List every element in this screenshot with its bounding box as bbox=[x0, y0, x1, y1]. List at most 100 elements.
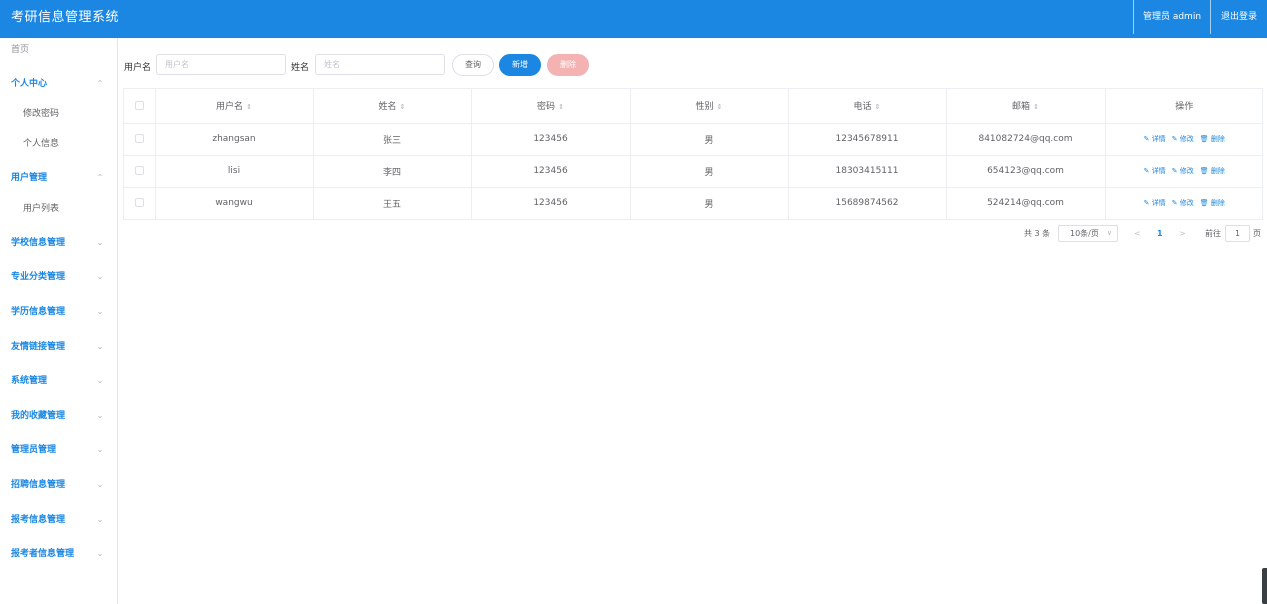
row-actions: ✎ 详情 ✎ 修改 🗑 删除 bbox=[1105, 123, 1263, 156]
username-search-input[interactable] bbox=[156, 54, 286, 75]
prev-page-button[interactable]: < bbox=[1134, 226, 1141, 242]
app-title: 考研信息管理系统 bbox=[11, 10, 120, 25]
page-number-current[interactable]: 1 bbox=[1157, 226, 1163, 242]
column-header[interactable]: 性别 ⇕ bbox=[630, 89, 789, 124]
cell-name: 王五 bbox=[313, 187, 472, 220]
sort-icon[interactable]: ⇕ bbox=[400, 103, 406, 111]
cell-phone: 12345678911 bbox=[788, 123, 947, 156]
column-header[interactable]: 用户名 ⇕ bbox=[155, 89, 314, 124]
sidebar-menu-group[interactable]: 学校信息管理 ⌄ bbox=[0, 233, 117, 253]
column-header[interactable]: 电话 ⇕ bbox=[788, 89, 947, 124]
cell-password: 123456 bbox=[471, 187, 631, 220]
sidebar-menu-group[interactable]: 友情链接管理 ⌄ bbox=[0, 337, 117, 357]
sidebar-menu-group[interactable]: 系统管理 ⌄ bbox=[0, 371, 117, 391]
chevron-down-icon: ⌄ bbox=[96, 307, 104, 316]
goto-label: 前往 bbox=[1205, 229, 1221, 238]
edit-button[interactable]: ✎ 修改 bbox=[1172, 167, 1194, 175]
next-page-button[interactable]: > bbox=[1179, 226, 1186, 242]
user-table: 用户名 ⇕ 姓名 ⇕ 密码 ⇕ 性别 ⇕ 电话 ⇕ 邮箱 ⇕ 操作 zhangsan 张三 12… bbox=[123, 88, 1263, 220]
sidebar-item-label: 报考者信息管理 bbox=[11, 549, 75, 559]
edit-icon: ✎ bbox=[1171, 135, 1180, 143]
cell-gender: 男 bbox=[630, 187, 789, 220]
row-checkbox[interactable] bbox=[134, 166, 144, 175]
chevron-down-icon: ⌄ bbox=[96, 549, 104, 558]
sidebar-menu-group[interactable]: 报考者信息管理 ⌄ bbox=[0, 544, 117, 564]
sidebar-menu-group[interactable]: 我的收藏管理 ⌄ bbox=[0, 406, 117, 426]
sidebar-item-label: 修改密码 bbox=[23, 109, 60, 119]
table-row: wangwu 王五 123456 男 15689874562 524214@qq.com ✎… bbox=[124, 187, 1263, 220]
delete-row-button[interactable]: 🗑 删除 bbox=[1200, 167, 1225, 175]
cell-gender: 男 bbox=[630, 155, 789, 188]
column-header[interactable]: 邮箱 ⇕ bbox=[946, 89, 1106, 124]
sidebar-item-label: 招聘信息管理 bbox=[11, 480, 66, 490]
sort-icon[interactable]: ⇕ bbox=[1033, 103, 1039, 111]
cell-phone: 18303415111 bbox=[788, 155, 947, 188]
sidebar-item[interactable]: 修改密码 bbox=[0, 104, 117, 124]
chevron-up-icon: ⌃ bbox=[96, 173, 104, 182]
chevron-down-icon: ⌄ bbox=[96, 376, 104, 385]
sidebar-item-label: 用户列表 bbox=[23, 204, 60, 214]
sidebar-item-label: 用户管理 bbox=[11, 173, 48, 183]
delete-button[interactable]: 删除 bbox=[547, 54, 589, 76]
query-button[interactable]: 查询 bbox=[452, 54, 494, 76]
sidebar-menu-group[interactable]: 招聘信息管理 ⌄ bbox=[0, 475, 117, 495]
sidebar-item-label: 专业分类管理 bbox=[11, 272, 66, 282]
main-content: 用户名 姓名 查询 新增 删除 用户名⇕ 姓名⇕ 密码⇕ 性别⇕ 电话⇕ 邮箱⇕ bbox=[118, 38, 1267, 604]
column-header[interactable]: 姓名 ⇕ bbox=[313, 89, 472, 124]
chevron-down-icon: ⌄ bbox=[96, 238, 104, 247]
sidebar-menu-group[interactable]: 报考信息管理 ⌄ bbox=[0, 510, 117, 530]
cell-email: 841082724@qq.com bbox=[946, 123, 1106, 156]
row-checkbox[interactable] bbox=[134, 198, 144, 207]
cell-password: 123456 bbox=[471, 155, 631, 188]
sort-icon[interactable]: ⇕ bbox=[875, 103, 881, 111]
add-button[interactable]: 新增 bbox=[499, 54, 541, 76]
edit-icon: ✎ bbox=[1171, 167, 1180, 175]
table-row: zhangsan 张三 123456 男 12345678911 841082724@qq… bbox=[124, 123, 1263, 156]
column-header[interactable]: 密码 ⇕ bbox=[471, 89, 631, 124]
name-search-input[interactable] bbox=[315, 54, 445, 75]
chevron-down-icon: ⌄ bbox=[96, 342, 104, 351]
top-header: 考研信息管理系统 管理员 admin 退出登录 bbox=[0, 0, 1267, 38]
sidebar-item-label: 报考信息管理 bbox=[11, 515, 66, 525]
sidebar-menu-group[interactable]: 专业分类管理 ⌄ bbox=[0, 267, 117, 287]
cell-phone: 15689874562 bbox=[788, 187, 947, 220]
sidebar: 首页 个人中心 ⌃ 修改密码 个人信息 用户管理 ⌃ 用户列表 学校信息管理 ⌄ 专业分类管理 ⌄ 学… bbox=[0, 38, 118, 604]
logout-button[interactable]: 退出登录 bbox=[1210, 0, 1267, 34]
table-header-row: 用户名 ⇕ 姓名 ⇕ 密码 ⇕ 性别 ⇕ 电话 ⇕ 邮箱 ⇕ 操作 bbox=[124, 89, 1263, 124]
detail-button[interactable]: ✎ 详情 bbox=[1144, 167, 1166, 175]
sidebar-item-label: 友情链接管理 bbox=[11, 342, 66, 352]
sort-icon[interactable]: ⇕ bbox=[558, 103, 564, 111]
admin-user-label[interactable]: 管理员 admin bbox=[1133, 0, 1210, 34]
sidebar-item[interactable]: 用户列表 bbox=[0, 199, 117, 219]
sidebar-item[interactable]: 个人信息 bbox=[0, 134, 117, 154]
edit-icon: ✎ bbox=[1143, 167, 1152, 175]
sidebar-item-label: 学历信息管理 bbox=[11, 307, 66, 317]
sidebar-menu-group[interactable]: 管理员管理 ⌄ bbox=[0, 440, 117, 460]
row-actions: ✎ 详情 ✎ 修改 🗑 删除 bbox=[1105, 155, 1263, 188]
delete-row-button[interactable]: 🗑 删除 bbox=[1200, 199, 1225, 207]
sort-icon[interactable]: ⇕ bbox=[246, 103, 252, 111]
page-size-select[interactable]: 10条/页 ∨ bbox=[1058, 225, 1118, 242]
floating-side-tab[interactable] bbox=[1262, 568, 1267, 604]
column-header: 操作 bbox=[1105, 89, 1263, 124]
detail-button[interactable]: ✎ 详情 bbox=[1144, 199, 1166, 207]
sidebar-menu-group[interactable]: 学历信息管理 ⌄ bbox=[0, 302, 117, 322]
sort-icon[interactable]: ⇕ bbox=[717, 103, 723, 111]
edit-button[interactable]: ✎ 修改 bbox=[1172, 199, 1194, 207]
row-checkbox[interactable] bbox=[134, 134, 144, 143]
sidebar-item-home[interactable]: 首页 bbox=[0, 40, 117, 60]
chevron-up-icon: ⌃ bbox=[96, 79, 104, 88]
detail-button[interactable]: ✎ 详情 bbox=[1144, 135, 1166, 143]
cell-email: 654123@qq.com bbox=[946, 155, 1106, 188]
username-search-label: 用户名 bbox=[124, 63, 152, 73]
delete-row-button[interactable]: 🗑 删除 bbox=[1200, 135, 1225, 143]
select-all-checkbox[interactable] bbox=[134, 100, 144, 110]
cell-username: zhangsan bbox=[155, 123, 314, 156]
sidebar-menu-group[interactable]: 用户管理 ⌃ bbox=[0, 168, 117, 188]
cell-name: 李四 bbox=[313, 155, 472, 188]
edit-icon: ✎ bbox=[1143, 135, 1152, 143]
sidebar-menu-group[interactable]: 个人中心 ⌃ bbox=[0, 74, 117, 94]
goto-page-input[interactable] bbox=[1225, 225, 1250, 242]
chevron-down-icon: ⌄ bbox=[96, 480, 104, 489]
edit-button[interactable]: ✎ 修改 bbox=[1172, 135, 1194, 143]
